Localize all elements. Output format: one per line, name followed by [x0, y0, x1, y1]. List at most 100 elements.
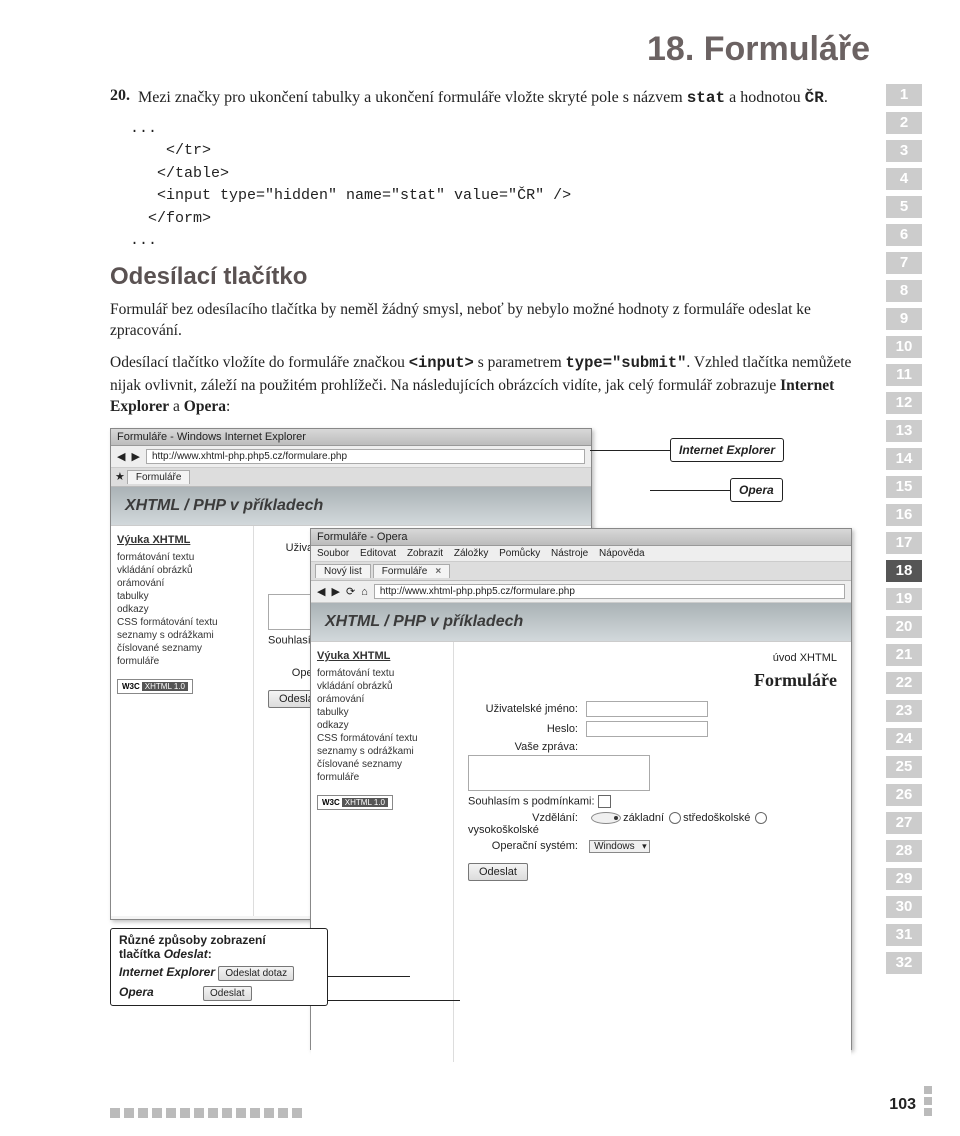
index-tab-9[interactable]: 9	[886, 308, 922, 330]
index-tab-8[interactable]: 8	[886, 280, 922, 302]
sidebar-item[interactable]: formuláře	[117, 656, 247, 667]
index-tab-17[interactable]: 17	[886, 532, 922, 554]
callout-buttons: Různé způsoby zobrazení tlačítka Odeslat…	[110, 928, 328, 1006]
nav-links[interactable]: úvod XHTML	[468, 652, 837, 664]
menu-item[interactable]: Editovat	[360, 548, 396, 559]
sidebar-item[interactable]: vkládání obrázků	[117, 565, 247, 576]
callout-buttons-h1: Různé způsoby zobrazení	[119, 933, 266, 947]
sidebar-item[interactable]: číslované seznamy	[317, 759, 447, 770]
index-tab-28[interactable]: 28	[886, 840, 922, 862]
p2-b: s parametrem	[474, 354, 566, 371]
sidebar-item[interactable]: číslované seznamy	[117, 643, 247, 654]
sidebar-item[interactable]: orámování	[117, 578, 247, 589]
index-tab-11[interactable]: 11	[886, 364, 922, 386]
submit-button-opera[interactable]: Odeslat	[468, 863, 528, 881]
step-number: 20.	[110, 87, 132, 110]
index-tab-22[interactable]: 22	[886, 672, 922, 694]
index-tab-31[interactable]: 31	[886, 924, 922, 946]
edu-radio-3[interactable]	[755, 812, 767, 824]
w3c-text: W3C	[122, 682, 140, 691]
reload-icon[interactable]: ⟳	[346, 585, 355, 598]
sidebar-item[interactable]: formátování textu	[117, 552, 247, 563]
opera-url[interactable]: http://www.xhtml-php.php5.cz/formulare.p…	[374, 584, 845, 599]
index-tab-21[interactable]: 21	[886, 644, 922, 666]
sidebar-item[interactable]: odkazy	[317, 720, 447, 731]
opera-addressbar: ◀ ▶ ⟳ ⌂ http://www.xhtml-php.php5.cz/for…	[311, 581, 851, 603]
index-tab-25[interactable]: 25	[886, 756, 922, 778]
sidebar-item[interactable]: formuláře	[317, 772, 447, 783]
index-tab-14[interactable]: 14	[886, 448, 922, 470]
step-text: Mezi značky pro ukončení tabulky a ukonč…	[138, 87, 870, 110]
index-tab-23[interactable]: 23	[886, 700, 922, 722]
password-field[interactable]	[586, 721, 708, 737]
sidebar-item[interactable]: seznamy s odrážkami	[317, 746, 447, 757]
opera-form: úvod XHTML Formuláře Uživatelské jméno: …	[454, 642, 851, 1062]
sidebar-item[interactable]: orámování	[317, 694, 447, 705]
edu-radio-1[interactable]	[591, 812, 621, 824]
step-text-c: .	[824, 89, 828, 106]
index-tab-10[interactable]: 10	[886, 336, 922, 358]
menu-item[interactable]: Nástroje	[551, 548, 588, 559]
callout-buttons-h2c: :	[208, 947, 212, 961]
nav-back-icon[interactable]: ◀	[117, 450, 125, 463]
tab-formulare[interactable]: Formuláře ×	[373, 564, 450, 578]
favorites-icon[interactable]: ★	[115, 470, 125, 484]
callout-buttons-h2b: Odeslat	[164, 947, 208, 961]
code-block: ... </tr> </table> <input type="hidden" …	[130, 118, 870, 253]
index-tab-6[interactable]: 6	[886, 224, 922, 246]
index-tab-19[interactable]: 19	[886, 588, 922, 610]
menu-item[interactable]: Zobrazit	[407, 548, 443, 559]
code-line: ...	[130, 230, 870, 253]
close-icon[interactable]: ×	[435, 566, 441, 577]
menu-item[interactable]: Soubor	[317, 548, 349, 559]
opera-menubar: Soubor Editovat Zobrazit Záložky Pomůcky…	[311, 546, 851, 562]
index-tab-1[interactable]: 1	[886, 84, 922, 106]
index-tab-20[interactable]: 20	[886, 616, 922, 638]
index-tab-16[interactable]: 16	[886, 504, 922, 526]
sidebar-item[interactable]: formátování textu	[317, 668, 447, 679]
username-field[interactable]	[586, 701, 708, 717]
index-tab-27[interactable]: 27	[886, 812, 922, 834]
index-tab-29[interactable]: 29	[886, 868, 922, 890]
nav-fwd-icon[interactable]: ▶	[131, 450, 139, 463]
message-field[interactable]	[468, 755, 650, 791]
menu-item[interactable]: Pomůcky	[499, 548, 540, 559]
index-tab-4[interactable]: 4	[886, 168, 922, 190]
chapter-index: 1234567891011121314151617181920212223242…	[886, 84, 922, 980]
sidebar-item[interactable]: tabulky	[117, 591, 247, 602]
sidebar-item[interactable]: vkládání obrázků	[317, 681, 447, 692]
sidebar-item[interactable]: CSS formátování textu	[317, 733, 447, 744]
index-tab-18[interactable]: 18	[886, 560, 922, 582]
tab-label: Formuláře	[382, 566, 428, 577]
chapter-title: 18. Formuláře	[110, 30, 870, 69]
index-tab-24[interactable]: 24	[886, 728, 922, 750]
ie-url[interactable]: http://www.xhtml-php.php5.cz/formulare.p…	[146, 449, 585, 464]
agree-checkbox[interactable]	[598, 795, 611, 808]
edu-opt: základní	[623, 812, 664, 824]
tab-new[interactable]: Nový list	[315, 564, 371, 578]
os-select[interactable]: Windows	[589, 840, 650, 853]
sidebar-item[interactable]: seznamy s odrážkami	[117, 630, 247, 641]
nav-icon[interactable]: ▶	[331, 585, 339, 598]
ie-tabrow: ★ Formuláře	[111, 468, 591, 487]
sidebar-item[interactable]: odkazy	[117, 604, 247, 615]
index-tab-32[interactable]: 32	[886, 952, 922, 974]
index-tab-3[interactable]: 3	[886, 140, 922, 162]
menu-item[interactable]: Nápověda	[599, 548, 645, 559]
index-tab-30[interactable]: 30	[886, 896, 922, 918]
index-tab-2[interactable]: 2	[886, 112, 922, 134]
square-icon	[166, 1108, 176, 1118]
nav-icon[interactable]: ◀	[317, 585, 325, 598]
menu-item[interactable]: Záložky	[454, 548, 488, 559]
index-tab-15[interactable]: 15	[886, 476, 922, 498]
edu-radio-2[interactable]	[669, 812, 681, 824]
index-tab-5[interactable]: 5	[886, 196, 922, 218]
index-tab-13[interactable]: 13	[886, 420, 922, 442]
sidebar-item[interactable]: CSS formátování textu	[117, 617, 247, 628]
sidebar-item[interactable]: tabulky	[317, 707, 447, 718]
home-icon[interactable]: ⌂	[361, 586, 368, 598]
index-tab-26[interactable]: 26	[886, 784, 922, 806]
ie-tab[interactable]: Formuláře	[127, 470, 191, 484]
index-tab-7[interactable]: 7	[886, 252, 922, 274]
index-tab-12[interactable]: 12	[886, 392, 922, 414]
